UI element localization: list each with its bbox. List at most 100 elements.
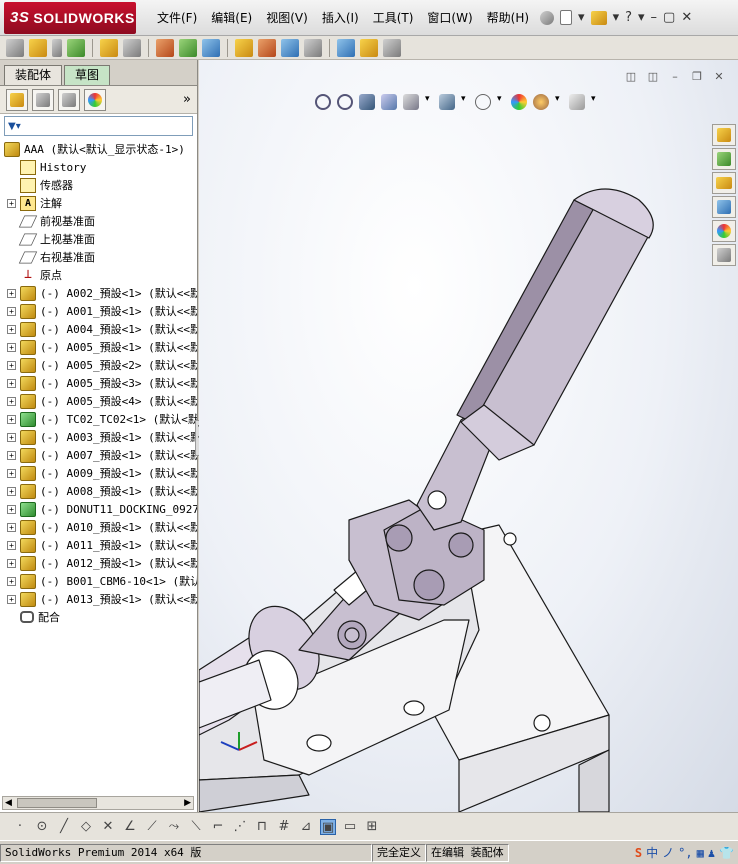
tree-item-component[interactable]: + (-) A004_預設<1> (默认<<默 (0, 320, 197, 338)
expand-icon[interactable]: + (7, 306, 16, 316)
scroll-thumb[interactable] (17, 798, 97, 808)
dimension-icon[interactable]: ⊓ (254, 819, 270, 835)
reference-geometry-icon[interactable] (235, 38, 253, 57)
corner-icon[interactable]: ⌐ (210, 819, 226, 835)
angle-icon[interactable]: ∠ (122, 819, 138, 835)
expand-icon[interactable]: + (7, 558, 16, 568)
insert-component-icon[interactable] (29, 38, 47, 57)
ime-moon-icon[interactable]: ノ (662, 844, 674, 861)
tree-item-component[interactable]: + (-) A007_預設<1> (默认<<默 (0, 446, 197, 464)
solidworks-logo[interactable]: 3S SOLIDWORKS (4, 1, 136, 34)
exploded-view-icon[interactable] (304, 38, 322, 57)
tree-item-component[interactable]: + (-) A002_預設<1> (默认<<默 (0, 284, 197, 302)
sogou-input-icon[interactable]: S (635, 846, 642, 860)
hole-alignment-icon[interactable] (383, 38, 401, 57)
tree-item-component[interactable]: + (-) A009_預設<1> (默认<<默 (0, 464, 197, 482)
tab-sketch[interactable]: 草图 (64, 65, 111, 85)
menu-file[interactable]: 文件(F) (150, 0, 204, 36)
ime-user-icon[interactable]: ♟ (708, 846, 715, 860)
expand-icon[interactable]: + (7, 342, 16, 352)
construction-icon[interactable]: ⋰ (232, 819, 248, 835)
expand-icon[interactable]: + (7, 378, 16, 388)
tree-item-component[interactable]: + (-) A005_預設<3> (默认<<默 (0, 374, 197, 392)
expand-icon[interactable]: + (7, 522, 16, 532)
grid-icon[interactable]: # (276, 819, 292, 835)
smart-fasteners-icon[interactable] (123, 38, 141, 57)
tree-item-feature[interactable]: 传感器 (0, 176, 197, 194)
tree-item-mates[interactable]: 配合 (0, 608, 197, 626)
show-hidden-icon[interactable] (179, 38, 197, 57)
new-document-icon[interactable] (560, 10, 573, 25)
offset-icon[interactable]: ⟋ (144, 819, 160, 835)
interference-detection-icon[interactable] (337, 38, 355, 57)
menu-window[interactable]: 窗口(W) (420, 0, 479, 36)
linear-pattern-icon[interactable] (100, 38, 118, 57)
display-manager-tab[interactable] (84, 88, 106, 111)
expand-icon[interactable]: + (7, 594, 16, 604)
close-icon[interactable]: ✕ (681, 10, 692, 25)
tree-item-component[interactable]: + (-) A008_預設<1> (默认<<默 (0, 482, 197, 500)
more-tabs-icon[interactable]: » (183, 92, 191, 107)
minimize-icon[interactable]: – (651, 10, 658, 25)
assembly-features-icon[interactable] (202, 38, 220, 57)
expand-icon[interactable]: + (7, 450, 16, 460)
tree-item-component[interactable]: + (-) A005_預設<4> (默认<<默 (0, 392, 197, 410)
tile-view-icon[interactable]: ⊞ (364, 819, 380, 835)
tree-item-feature[interactable]: ⊥ 原点 (0, 266, 197, 284)
toggle-clamp-model[interactable] (199, 60, 738, 812)
expand-icon[interactable]: + (7, 576, 16, 586)
tree-item-component[interactable]: + (-) B001_CBM6-10<1> (默认 (0, 572, 197, 590)
tree-item-component[interactable]: + (-) DONUT11_DOCKING_0927_/ (0, 500, 197, 518)
3d-box-icon[interactable]: ▣ (320, 818, 336, 835)
expand-icon[interactable]: + (7, 396, 16, 406)
relation-icon[interactable]: ⊿ (298, 819, 314, 835)
configuration-manager-tab[interactable] (58, 88, 80, 111)
tree-horizontal-scrollbar[interactable]: ◀ ▶ (2, 796, 194, 810)
expand-icon[interactable]: + (7, 504, 16, 514)
scroll-left-icon[interactable]: ◀ (5, 797, 12, 809)
component-icon[interactable] (6, 38, 24, 57)
pin-icon[interactable] (540, 10, 555, 25)
expand-icon[interactable]: + (7, 324, 16, 334)
expand-icon[interactable]: + (7, 432, 16, 442)
new-dropdown-icon[interactable]: ▾ (578, 10, 585, 25)
tree-item-component[interactable]: + (-) A005_預設<2> (默认<<默 (0, 356, 197, 374)
tree-item-component[interactable]: + (-) A011_預設<1> (默认<<默 (0, 536, 197, 554)
expand-icon[interactable]: + (7, 288, 16, 298)
new-motion-study-icon[interactable] (258, 38, 276, 57)
tree-item-component[interactable]: + (-) A001_預設<1> (默认<<默 (0, 302, 197, 320)
help-dropdown-icon[interactable]: ▾ (638, 10, 645, 25)
circle-icon[interactable]: ⊙ (34, 819, 50, 835)
convert-icon[interactable]: ⟍ (188, 819, 204, 835)
expand-icon[interactable]: + (7, 540, 16, 550)
extend-icon[interactable]: ⤳ (166, 819, 182, 835)
tree-item-feature[interactable]: 上视基准面 (0, 230, 197, 248)
tree-root[interactable]: AAA (默认<默认_显示状态-1>) (0, 140, 197, 158)
clearance-verification-icon[interactable] (360, 38, 378, 57)
polygon-icon[interactable]: ◇ (78, 819, 94, 835)
menu-insert[interactable]: 插入(I) (315, 0, 366, 36)
restore-icon[interactable]: ▢ (663, 10, 675, 25)
expand-icon[interactable]: + (7, 486, 16, 496)
ime-skin-icon[interactable]: 👕 (719, 846, 734, 860)
expand-icon[interactable]: + (7, 468, 16, 478)
expand-icon[interactable]: + (7, 360, 16, 370)
ime-chinese-icon[interactable]: 中 (646, 844, 658, 861)
graphics-area[interactable]: ◫ ◫ – ❐ ✕ ▾ ▾ ▾ ▾ ▾ (199, 60, 738, 812)
clip-icon[interactable] (52, 38, 62, 57)
tree-item-component[interactable]: + (-) TC02_TC02<1> (默认<默 (0, 410, 197, 428)
expand-icon[interactable]: + (7, 414, 16, 424)
menu-edit[interactable]: 编辑(E) (204, 0, 259, 36)
tree-item-component[interactable]: + (-) A013_預設<1> (默认<<默 (0, 590, 197, 608)
menu-tools[interactable]: 工具(T) (366, 0, 421, 36)
property-manager-tab[interactable] (32, 88, 54, 111)
tree-item-feature[interactable]: 前视基准面 (0, 212, 197, 230)
mate-icon[interactable] (67, 38, 85, 57)
open-dropdown-icon[interactable]: ▾ (613, 10, 620, 25)
scroll-right-icon[interactable]: ▶ (184, 797, 191, 809)
move-component-icon[interactable] (156, 38, 174, 57)
feature-tree-tab[interactable] (6, 88, 28, 111)
menu-view[interactable]: 视图(V) (259, 0, 315, 36)
tree-item-component[interactable]: + (-) A003_預設<1> (默认<<默 (0, 428, 197, 446)
tree-filter-box[interactable]: ▼▾ (4, 116, 193, 136)
